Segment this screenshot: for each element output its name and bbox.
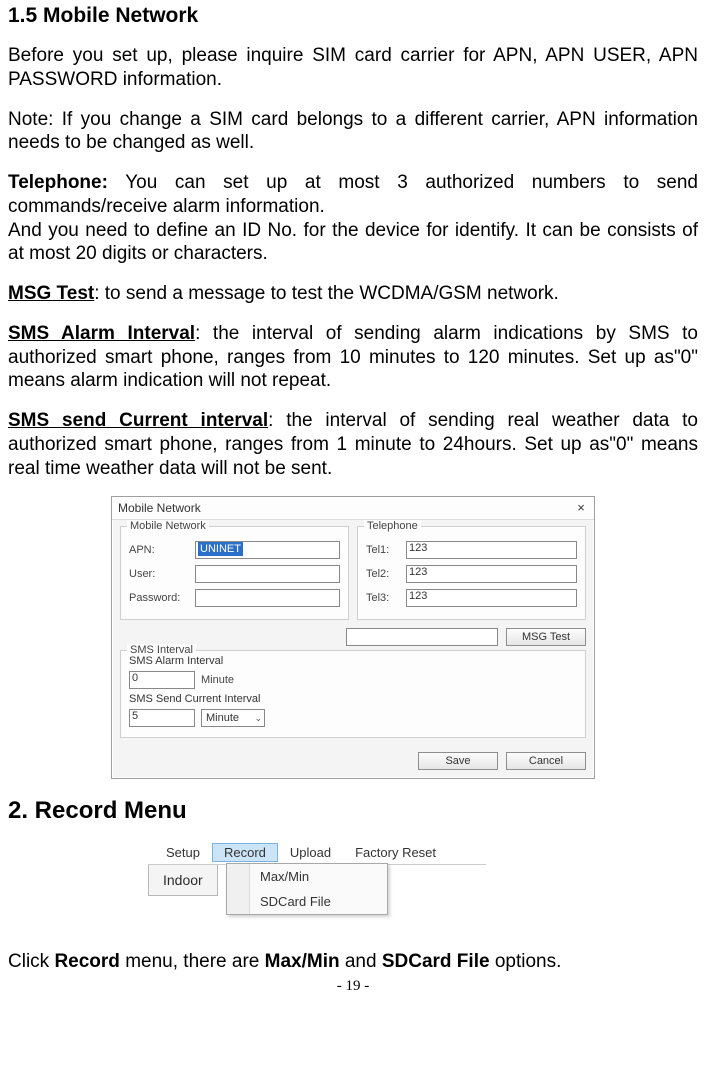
caption: Click Record menu, there are Max/Min and… [8, 950, 698, 974]
apn-value: UNINET [198, 542, 243, 556]
select-value: Minute [206, 712, 239, 724]
paragraph-sms-alarm: SMS Alarm Interval: the interval of send… [8, 322, 698, 393]
paragraph-msg-test: MSG Test: to send a message to test the … [8, 282, 698, 306]
unit-label: Minute [201, 674, 234, 686]
save-button[interactable]: Save [418, 752, 498, 770]
msg-test-button[interactable]: MSG Test [506, 628, 586, 646]
menu-item-sdcard-file[interactable]: SDCard File [250, 889, 387, 914]
password-input[interactable] [195, 589, 340, 607]
menu-upload[interactable]: Upload [278, 843, 343, 862]
group-sms-interval: SMS Interval SMS Alarm Interval 0 Minute… [120, 650, 586, 738]
group-legend: SMS Interval [127, 644, 196, 656]
text: And you need to define an ID No. for the… [8, 220, 698, 265]
record-menu-figure: Setup Record Upload Factory Reset Indoor… [148, 841, 486, 950]
sms-alarm-interval-input[interactable]: 0 [129, 671, 195, 689]
user-label: User: [129, 568, 189, 580]
text: : to send a message to test the WCDMA/GS… [94, 283, 559, 304]
dialog-titlebar: Mobile Network × [112, 497, 594, 520]
text: menu, there are [120, 951, 265, 972]
tel3-input[interactable]: 123 [406, 589, 577, 607]
text-bold: SDCard File [382, 951, 490, 972]
text: Click [8, 951, 54, 972]
group-legend: Mobile Network [127, 520, 209, 532]
user-input[interactable] [195, 565, 340, 583]
label-telephone: Telephone: [8, 172, 108, 193]
menubar: Setup Record Upload Factory Reset [148, 841, 486, 865]
msg-test-input[interactable] [346, 628, 498, 646]
text-bold: Max/Min [265, 951, 340, 972]
paragraph: Before you set up, please inquire SIM ca… [8, 44, 698, 92]
page-number: - 19 - [8, 978, 698, 995]
group-telephone: Telephone Tel1: 123 Tel2: 123 Tel3: 123 [357, 526, 586, 620]
paragraph: Note: If you change a SIM card belongs t… [8, 108, 698, 156]
record-dropdown: Max/Min SDCard File [226, 863, 388, 915]
paragraph-telephone: Telephone: You can set up at most 3 auth… [8, 171, 698, 266]
paragraph-sms-current: SMS send Current interval: the interval … [8, 409, 698, 480]
close-icon[interactable]: × [574, 501, 588, 515]
apn-label: APN: [129, 544, 189, 556]
cancel-button[interactable]: Cancel [506, 752, 586, 770]
group-legend: Telephone [364, 520, 421, 532]
dialog-title: Mobile Network [118, 501, 201, 515]
tab-indoor[interactable]: Indoor [148, 865, 218, 896]
group-mobile-network: Mobile Network APN: UNINET User: Passwor… [120, 526, 349, 620]
chevron-down-icon: ⌄ [254, 713, 262, 724]
section-heading-1-5: 1.5 Mobile Network [8, 4, 698, 28]
mobile-network-dialog: Mobile Network × Mobile Network APN: UNI… [111, 496, 595, 779]
sms-alarm-interval-label: SMS Alarm Interval [129, 655, 577, 667]
text: options. [490, 951, 562, 972]
password-label: Password: [129, 592, 189, 604]
sms-send-current-input[interactable]: 5 [129, 709, 195, 727]
apn-input[interactable]: UNINET [195, 541, 340, 559]
text: You can set up at most 3 authorized numb… [8, 172, 698, 217]
text-bold: Record [54, 951, 119, 972]
menu-setup[interactable]: Setup [154, 843, 212, 862]
tel1-input[interactable]: 123 [406, 541, 577, 559]
text: and [340, 951, 382, 972]
tel2-label: Tel2: [366, 568, 400, 580]
label-sms-send-current: SMS send Current interval [8, 410, 268, 431]
tel2-input[interactable]: 123 [406, 565, 577, 583]
label-msg-test: MSG Test [8, 283, 94, 304]
section-heading-2: 2. Record Menu [8, 797, 698, 825]
sms-send-current-unit-select[interactable]: Minute ⌄ [201, 709, 265, 727]
tel3-label: Tel3: [366, 592, 400, 604]
menu-factory-reset[interactable]: Factory Reset [343, 843, 448, 862]
tel1-label: Tel1: [366, 544, 400, 556]
label-sms-alarm-interval: SMS Alarm Interval [8, 323, 195, 344]
sms-send-current-label: SMS Send Current Interval [129, 693, 577, 705]
menu-item-max-min[interactable]: Max/Min [250, 864, 387, 889]
menu-record[interactable]: Record [212, 843, 278, 862]
